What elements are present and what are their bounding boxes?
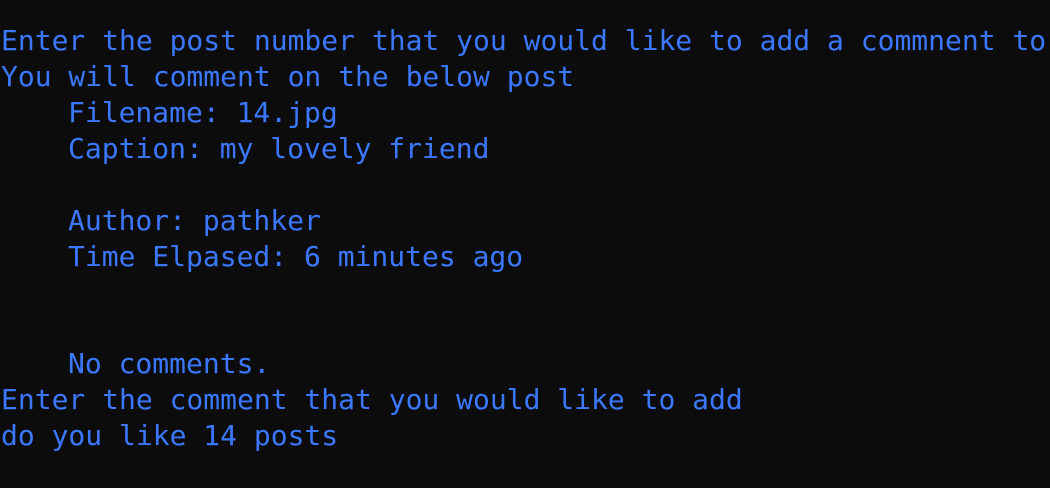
post-comments-status: No comments. <box>68 347 271 380</box>
comment-prompt: Enter the comment that you would like to… <box>1 383 743 416</box>
post-caption: Caption: my lovely friend <box>68 132 490 165</box>
terminal-window[interactable]: Enter the post number that you would lik… <box>0 0 1050 488</box>
comment-input-line[interactable]: do you like 14 posts <box>1 418 338 454</box>
comment-target-notice: You will comment on the below post <box>1 60 575 93</box>
post-author: Author: pathker <box>68 204 321 237</box>
post-time-elapsed: Time Elpased: 6 minutes ago <box>68 240 524 273</box>
post-filename: Filename: 14.jpg <box>68 96 338 129</box>
post-number-prompt: Enter the post number that you would lik… <box>1 24 1047 57</box>
